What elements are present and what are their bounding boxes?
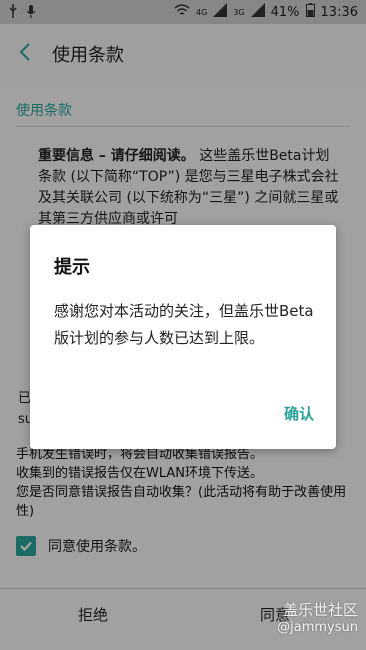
watermark-user: @jammysun <box>277 620 358 635</box>
watermark-site: 盖乐世社区 <box>282 601 358 619</box>
dialog-message: 感谢您对本活动的关注，但盖乐世Beta 版计划的参与人数已达到上限。 <box>54 302 314 347</box>
dialog-title: 提示 <box>54 257 90 278</box>
watermark: 盖乐世社区 @jammysun <box>277 602 358 636</box>
alert-dialog: 提示 感谢您对本活动的关注，但盖乐世Beta 版计划的参与人数已达到上限。 确认 <box>30 225 336 449</box>
confirm-button[interactable]: 确认 <box>284 403 314 424</box>
